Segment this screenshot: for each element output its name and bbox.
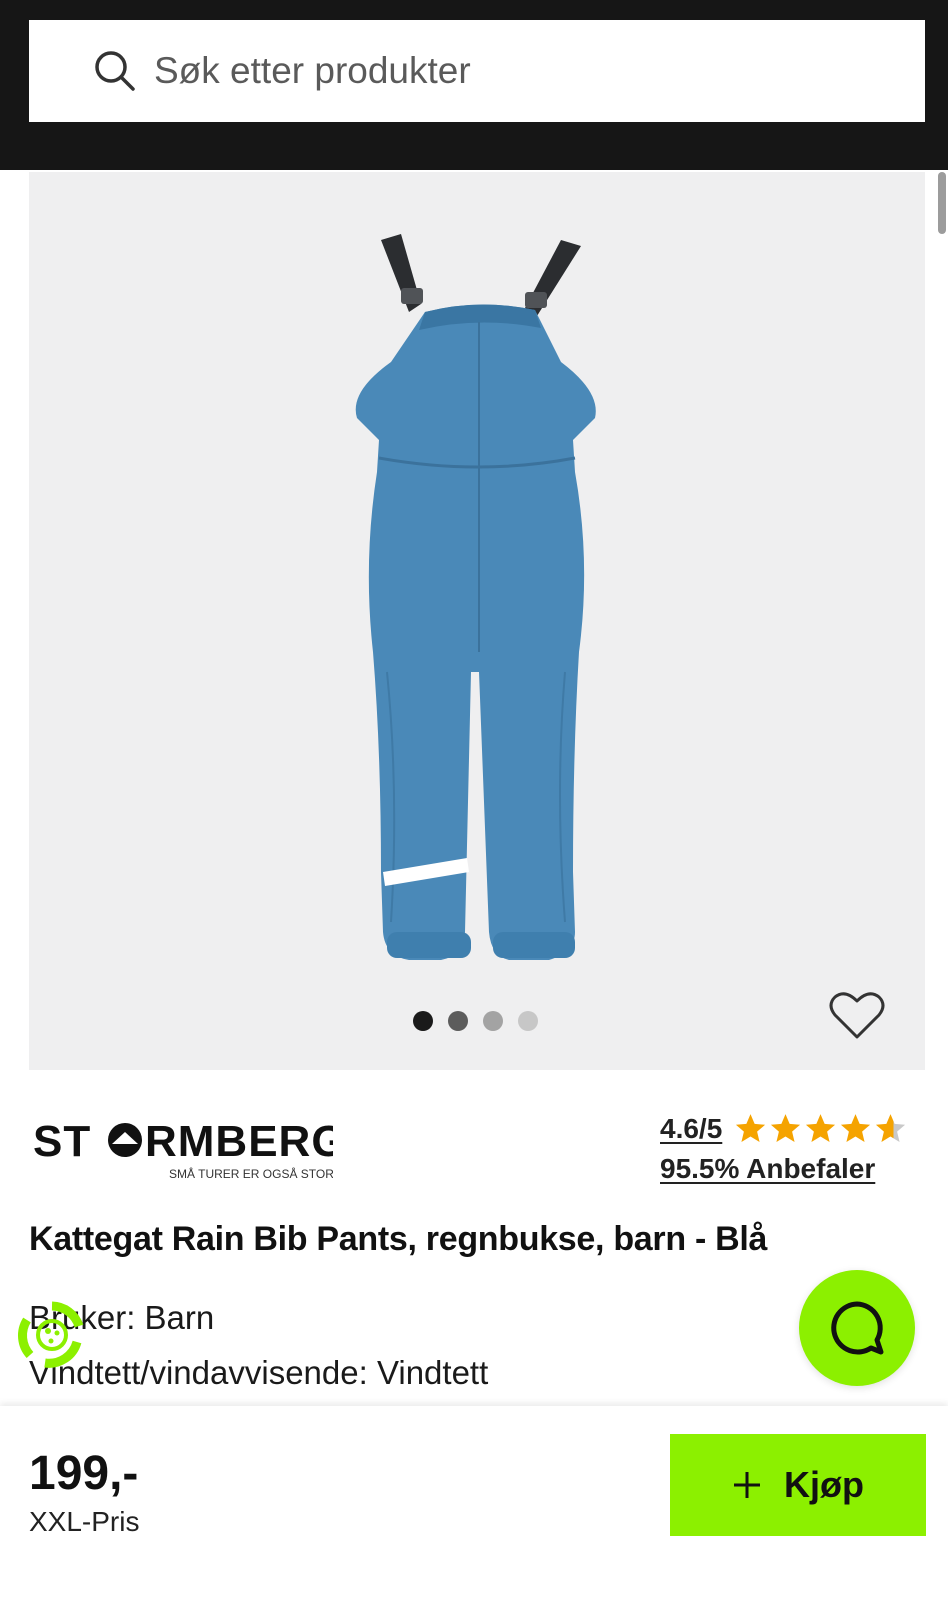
product-gallery[interactable] xyxy=(29,172,925,1070)
heart-icon xyxy=(829,992,885,1039)
buy-label: Kjøp xyxy=(784,1464,864,1505)
price-label: XXL-Pris xyxy=(29,1506,140,1537)
product-image xyxy=(355,234,596,960)
carousel-dot[interactable] xyxy=(448,1011,468,1031)
rating-stars xyxy=(734,1112,907,1145)
carousel-dots xyxy=(413,1011,538,1031)
chat-button[interactable] xyxy=(799,1270,915,1386)
spec-item: Bruker: Barn xyxy=(29,1299,215,1336)
svg-text:RMBERG: RMBERG xyxy=(145,1117,333,1166)
spec-item: Vindtett/vindavvisende: Vindtett xyxy=(29,1354,489,1391)
brand-logo[interactable]: ST RMBERG SMÅ TURER ER OGSÅ STORE xyxy=(33,1116,333,1188)
top-bar: Søk etter produkter xyxy=(0,0,948,170)
rating-block[interactable]: 4.6/5 95.5% Anbefaler xyxy=(660,1112,926,1185)
eco-icon[interactable] xyxy=(17,1300,87,1370)
svg-text:ST: ST xyxy=(33,1117,91,1166)
rating-score[interactable]: 4.6/5 xyxy=(660,1113,722,1145)
scrollbar[interactable] xyxy=(938,172,946,234)
spec-list: Bruker: Barn Vindtett/vindavvisende: Vin… xyxy=(29,1290,488,1400)
star-icon xyxy=(841,1114,871,1142)
plus-icon xyxy=(734,1472,760,1498)
search-input[interactable]: Søk etter produkter xyxy=(29,20,925,122)
recommend-percentage[interactable]: 95.5% Anbefaler xyxy=(660,1153,875,1185)
brand-tagline: SMÅ TURER ER OGSÅ STORE xyxy=(169,1166,333,1181)
price: 199,- xyxy=(29,1447,139,1500)
chat-icon xyxy=(831,1301,884,1355)
search-placeholder: Søk etter produkter xyxy=(154,50,471,91)
buy-button[interactable]: Kjøp xyxy=(670,1434,926,1536)
carousel-dot[interactable] xyxy=(413,1011,433,1031)
product-title: Kattegat Rain Bib Pants, regnbukse, barn… xyxy=(29,1220,768,1258)
star-half-icon xyxy=(876,1114,906,1142)
star-icon xyxy=(806,1114,836,1142)
purchase-bar: 199,- XXL-Pris Kjøp xyxy=(0,1406,948,1600)
star-icon xyxy=(736,1114,766,1142)
search-icon xyxy=(92,48,138,94)
carousel-dot[interactable] xyxy=(518,1011,538,1031)
favorite-button[interactable] xyxy=(827,988,887,1044)
carousel-dot[interactable] xyxy=(483,1011,503,1031)
star-icon xyxy=(771,1114,801,1142)
